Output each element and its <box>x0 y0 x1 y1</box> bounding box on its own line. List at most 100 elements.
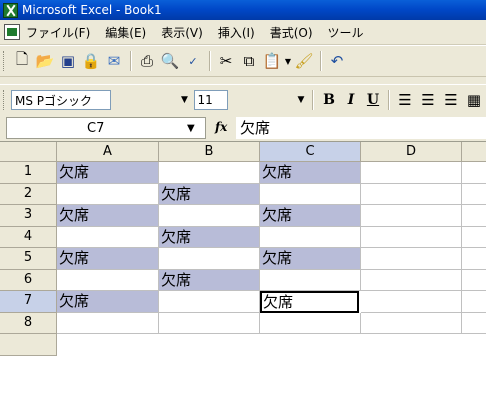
cell-e6[interactable] <box>462 270 486 291</box>
menu-bar: ファイル(F) 編集(E) 表示(V) 挿入(I) 書式(O) ツール <box>0 20 486 45</box>
font-size-select[interactable]: 11 <box>193 90 228 110</box>
cell-c8[interactable] <box>260 313 361 334</box>
cell-b4[interactable]: 欠席 <box>159 227 260 248</box>
italic-button[interactable]: I <box>340 92 362 108</box>
cell-e5[interactable] <box>462 248 486 270</box>
cell-d3[interactable] <box>361 205 462 227</box>
cell-a8[interactable] <box>57 313 159 334</box>
cell-e2[interactable] <box>462 184 486 205</box>
paste-icon[interactable]: 📋 <box>261 50 283 72</box>
row-header[interactable]: 3 <box>0 205 57 227</box>
spelling-icon[interactable]: ✓ <box>182 50 204 72</box>
name-box-dropdown-icon[interactable]: ▼ <box>187 123 195 134</box>
cell-c4[interactable] <box>260 227 361 248</box>
formula-input[interactable]: 欠席 <box>236 117 486 139</box>
cell-b8[interactable] <box>159 313 260 334</box>
print-preview-icon[interactable]: 🔍 <box>159 50 181 72</box>
undo-icon[interactable]: ↶ <box>326 50 348 72</box>
align-right-icon[interactable]: ☰ <box>440 89 462 111</box>
toolbar-grip[interactable] <box>3 90 7 110</box>
copy-icon[interactable]: ⧉ <box>238 50 260 72</box>
row-header[interactable]: 4 <box>0 227 57 248</box>
save-icon[interactable]: ▣ <box>57 50 79 72</box>
cell-a7[interactable]: 欠席 <box>57 291 159 313</box>
new-icon[interactable]: 🗋 <box>11 50 33 72</box>
cell-b7[interactable] <box>159 291 260 313</box>
cell-c5[interactable]: 欠席 <box>260 248 361 270</box>
cell-a3[interactable]: 欠席 <box>57 205 159 227</box>
cell-b5[interactable] <box>159 248 260 270</box>
cell-e7[interactable] <box>462 291 486 313</box>
cell-a1[interactable]: 欠席 <box>57 162 159 184</box>
cell-d8[interactable] <box>361 313 462 334</box>
cell-e3[interactable] <box>462 205 486 227</box>
row-header[interactable]: 6 <box>0 270 57 291</box>
row-header[interactable]: 5 <box>0 248 57 270</box>
open-icon[interactable]: 📂 <box>34 50 56 72</box>
select-all-corner[interactable] <box>0 142 57 162</box>
cell-c6[interactable] <box>260 270 361 291</box>
format-painter-icon[interactable]: 🖌 <box>293 50 315 72</box>
paste-dropdown-icon[interactable]: ▼ <box>284 50 292 72</box>
cell-a6[interactable] <box>57 270 159 291</box>
column-header-d[interactable]: D <box>361 142 462 162</box>
bold-button[interactable]: B <box>318 92 340 108</box>
row-header[interactable]: 8 <box>0 313 57 334</box>
cell-d4[interactable] <box>361 227 462 248</box>
title-bar: Microsoft Excel - Book1 <box>0 0 486 20</box>
cell-d6[interactable] <box>361 270 462 291</box>
spreadsheet-grid: A B C D 1 欠席 欠席 2 欠席 3 欠席 欠席 4 欠席 5 欠席 欠… <box>0 142 486 403</box>
font-size-dropdown-icon[interactable]: ▼ <box>294 91 308 109</box>
cell-b2[interactable]: 欠席 <box>159 184 260 205</box>
cell-b1[interactable] <box>159 162 260 184</box>
toolbar-grip[interactable] <box>3 51 7 71</box>
align-left-icon[interactable]: ☰ <box>394 89 416 111</box>
cut-icon[interactable]: ✂ <box>215 50 237 72</box>
menu-tools[interactable]: ツール <box>328 24 364 41</box>
row-header[interactable]: 2 <box>0 184 57 205</box>
column-header-c[interactable]: C <box>260 142 361 162</box>
row-header[interactable]: 7 <box>0 291 57 313</box>
menu-format[interactable]: 書式(O) <box>270 24 313 41</box>
print-icon[interactable]: ⎙ <box>136 50 158 72</box>
cell-a4[interactable] <box>57 227 159 248</box>
column-header-e[interactable] <box>462 142 486 162</box>
column-header-a[interactable]: A <box>57 142 159 162</box>
column-header-b[interactable]: B <box>159 142 260 162</box>
underline-button[interactable]: U <box>362 92 384 108</box>
cell-d1[interactable] <box>361 162 462 184</box>
menu-edit[interactable]: 編集(E) <box>105 24 146 41</box>
toolbar-separator <box>209 51 211 71</box>
cell-e1[interactable] <box>462 162 486 184</box>
font-name-select[interactable]: MS Pゴシック <box>11 90 111 110</box>
cell-b3[interactable] <box>159 205 260 227</box>
insert-function-icon[interactable]: fx <box>215 120 227 134</box>
row-header[interactable] <box>0 334 57 356</box>
excel-app-icon[interactable] <box>3 2 18 18</box>
cell-a2[interactable] <box>57 184 159 205</box>
cell-d5[interactable] <box>361 248 462 270</box>
cell-a5[interactable]: 欠席 <box>57 248 159 270</box>
menu-view[interactable]: 表示(V) <box>161 24 203 41</box>
cell-c2[interactable] <box>260 184 361 205</box>
email-icon[interactable]: ✉ <box>103 50 125 72</box>
cell-c7-active[interactable]: 欠席 <box>260 291 359 313</box>
cell-e4[interactable] <box>462 227 486 248</box>
menu-file[interactable]: ファイル(F) <box>26 24 90 41</box>
cell-c3[interactable]: 欠席 <box>260 205 361 227</box>
row-header[interactable]: 1 <box>0 162 57 184</box>
cell-b6[interactable]: 欠席 <box>159 270 260 291</box>
merge-center-icon[interactable]: ▦ <box>463 89 485 111</box>
cell-d2[interactable] <box>361 184 462 205</box>
font-dropdown-icon[interactable]: ▼ <box>178 91 192 109</box>
permission-icon[interactable]: 🔒 <box>80 50 102 72</box>
name-box[interactable]: C7 ▼ <box>6 117 206 139</box>
toolbar-separator <box>130 51 132 71</box>
cell-c1[interactable]: 欠席 <box>260 162 361 184</box>
cell-e8[interactable] <box>462 313 486 334</box>
menu-insert[interactable]: 挿入(I) <box>218 24 255 41</box>
align-center-icon[interactable]: ☰ <box>417 89 439 111</box>
document-menu-icon[interactable] <box>4 24 20 40</box>
cell-d7[interactable] <box>361 291 462 313</box>
window-title: Microsoft Excel - Book1 <box>22 3 162 17</box>
